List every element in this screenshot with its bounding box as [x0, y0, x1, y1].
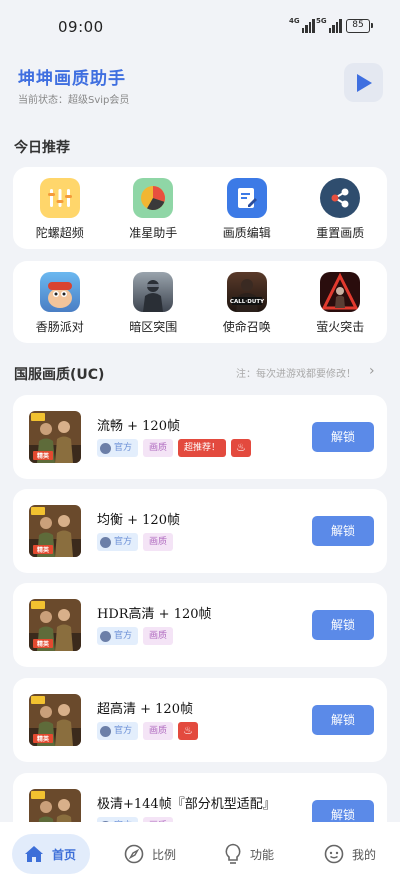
unlock-button[interactable]: 解锁 [312, 516, 374, 546]
play-icon [356, 73, 372, 92]
official-tag: 官方 [97, 722, 139, 740]
pubg-game-thumbnail: 精英 [29, 505, 81, 557]
official-avatar-icon [100, 442, 111, 454]
game-call-of-duty[interactable]: CALL·DUTY 使命召唤 [207, 272, 287, 335]
tool-label: 重置画质 [316, 226, 365, 240]
tool-label: 准星助手 [129, 226, 178, 240]
preset-tags: 官方画质 [97, 533, 174, 551]
svg-text:精英: 精英 [37, 735, 50, 743]
launch-game-button[interactable] [344, 63, 383, 102]
firefly-assault-icon [320, 272, 361, 312]
section-title-today: 今日推荐 [14, 140, 70, 156]
bottom-tab-bar: 首页 比例 功能 我的 [0, 822, 400, 888]
pubg-game-thumbnail: 精英 [29, 599, 81, 651]
unlock-button[interactable]: 解锁 [312, 705, 374, 735]
recommend-tag: 超推荐！ [178, 439, 227, 457]
tool-crosshair[interactable]: 准星助手 [113, 178, 193, 241]
tool-reset-quality[interactable]: 重置画质 [300, 178, 380, 241]
signal-4g-icon: 4G [289, 17, 315, 33]
gyroscope-icon [39, 178, 80, 218]
quality-tag: 画质 [143, 533, 174, 551]
preset-card[interactable]: 精英 流畅 + 120帧 官方 画质 超推荐！ ♨ 解锁 [13, 395, 387, 479]
game-sausage-party[interactable]: 香肠派对 [20, 272, 100, 335]
battery-icon: 85 [346, 19, 373, 33]
tool-gyroscope[interactable]: 陀螺超频 [20, 178, 100, 241]
svg-text:精英: 精英 [37, 546, 50, 554]
fire-icon: ♨ [178, 722, 199, 740]
call-of-duty-icon: CALL·DUTY [226, 272, 267, 312]
bulb-icon [225, 843, 241, 864]
tool-label: 画质编辑 [222, 226, 271, 240]
app-title: 坤坤画质助手 [18, 69, 126, 89]
game-label: 香肠派对 [35, 320, 84, 334]
quality-tag: 画质 [143, 439, 174, 457]
preset-card[interactable]: 精英 HDR高清 + 120帧 官方 画质 解锁 [13, 583, 387, 667]
svg-text:精英: 精英 [37, 640, 50, 648]
preset-tags: 官方 画质 ♨ [97, 722, 199, 740]
official-tag: 官方 [97, 439, 139, 457]
tool-label: 陀螺超频 [35, 226, 84, 240]
game-arena-breakout[interactable]: 暗区突围 [113, 272, 193, 335]
game-label: 暗区突围 [129, 320, 178, 334]
chevron-right-icon[interactable]: › [369, 363, 375, 379]
official-tag: 官方 [97, 533, 139, 551]
quality-tag: 画质 [143, 722, 174, 740]
preset-name: 超高清 + 120帧 [97, 702, 193, 717]
membership-status: 当前状态：超级Svip会员 [18, 95, 130, 106]
preset-name: 极清+144帧『部分机型适配』 [97, 797, 276, 812]
tool-quality-edit[interactable]: 画质编辑 [207, 178, 287, 241]
pubg-game-thumbnail: 精英 [29, 694, 81, 746]
tools-card: 陀螺超频 准星助手 画质编辑 重置画质 [13, 167, 387, 249]
tab-label: 我的 [352, 847, 377, 862]
preset-name: 均衡 + 120帧 [97, 513, 180, 528]
svg-text:精英: 精英 [37, 452, 50, 460]
games-card: 香肠派对 暗区突围 CALL·DUTY 使命召唤 萤火突击 [13, 261, 387, 343]
tab-mine[interactable]: 我的 [324, 834, 376, 874]
tab-ratio[interactable]: 比例 [124, 834, 176, 874]
clock: 09:00 [58, 18, 104, 36]
home-icon [25, 846, 43, 862]
compass-icon [124, 844, 144, 864]
official-avatar-icon [100, 630, 111, 642]
tab-home[interactable]: 首页 [12, 834, 90, 874]
preset-name: 流畅 + 120帧 [97, 419, 180, 434]
preset-tags: 官方画质 [97, 627, 174, 645]
status-bar: 09:00 4G 5G 85 [0, 0, 400, 56]
arena-breakout-icon [133, 272, 174, 312]
quality-tag: 画质 [143, 627, 174, 645]
share-reset-icon [320, 178, 361, 218]
signal-5g-icon: 5G [316, 17, 342, 33]
uc-note: 注：每次进游戏都要修改！ [236, 369, 356, 380]
section-title-uc: 国服画质(UC) [14, 367, 105, 383]
tab-label: 比例 [152, 847, 177, 862]
tab-label: 首页 [52, 847, 77, 862]
official-avatar-icon [100, 536, 111, 548]
game-firefly-assault[interactable]: 萤火突击 [300, 272, 380, 335]
preset-card[interactable]: 精英 均衡 + 120帧 官方 画质 解锁 [13, 489, 387, 573]
game-label: 萤火突击 [316, 320, 365, 334]
pubg-game-thumbnail: 精英 [29, 411, 81, 463]
official-tag: 官方 [97, 627, 139, 645]
svg-text:CALL·DUTY: CALL·DUTY [230, 299, 265, 305]
unlock-button[interactable]: 解锁 [312, 422, 374, 452]
fire-icon: ♨ [231, 439, 252, 457]
preset-card[interactable]: 精英 超高清 + 120帧 官方 画质 ♨ 解锁 [13, 678, 387, 762]
profile-icon [324, 844, 344, 864]
sausage-party-icon [39, 272, 80, 312]
preset-name: HDR高清 + 120帧 [97, 607, 212, 622]
edit-document-icon [226, 178, 267, 218]
tab-label: 功能 [250, 847, 275, 862]
tab-functions[interactable]: 功能 [224, 834, 274, 874]
game-label: 使命召唤 [222, 320, 271, 334]
preset-tags: 官方 画质 超推荐！ ♨ [97, 439, 252, 457]
official-avatar-icon [100, 725, 111, 737]
unlock-button[interactable]: 解锁 [312, 610, 374, 640]
crosshair-pie-icon [133, 178, 174, 218]
